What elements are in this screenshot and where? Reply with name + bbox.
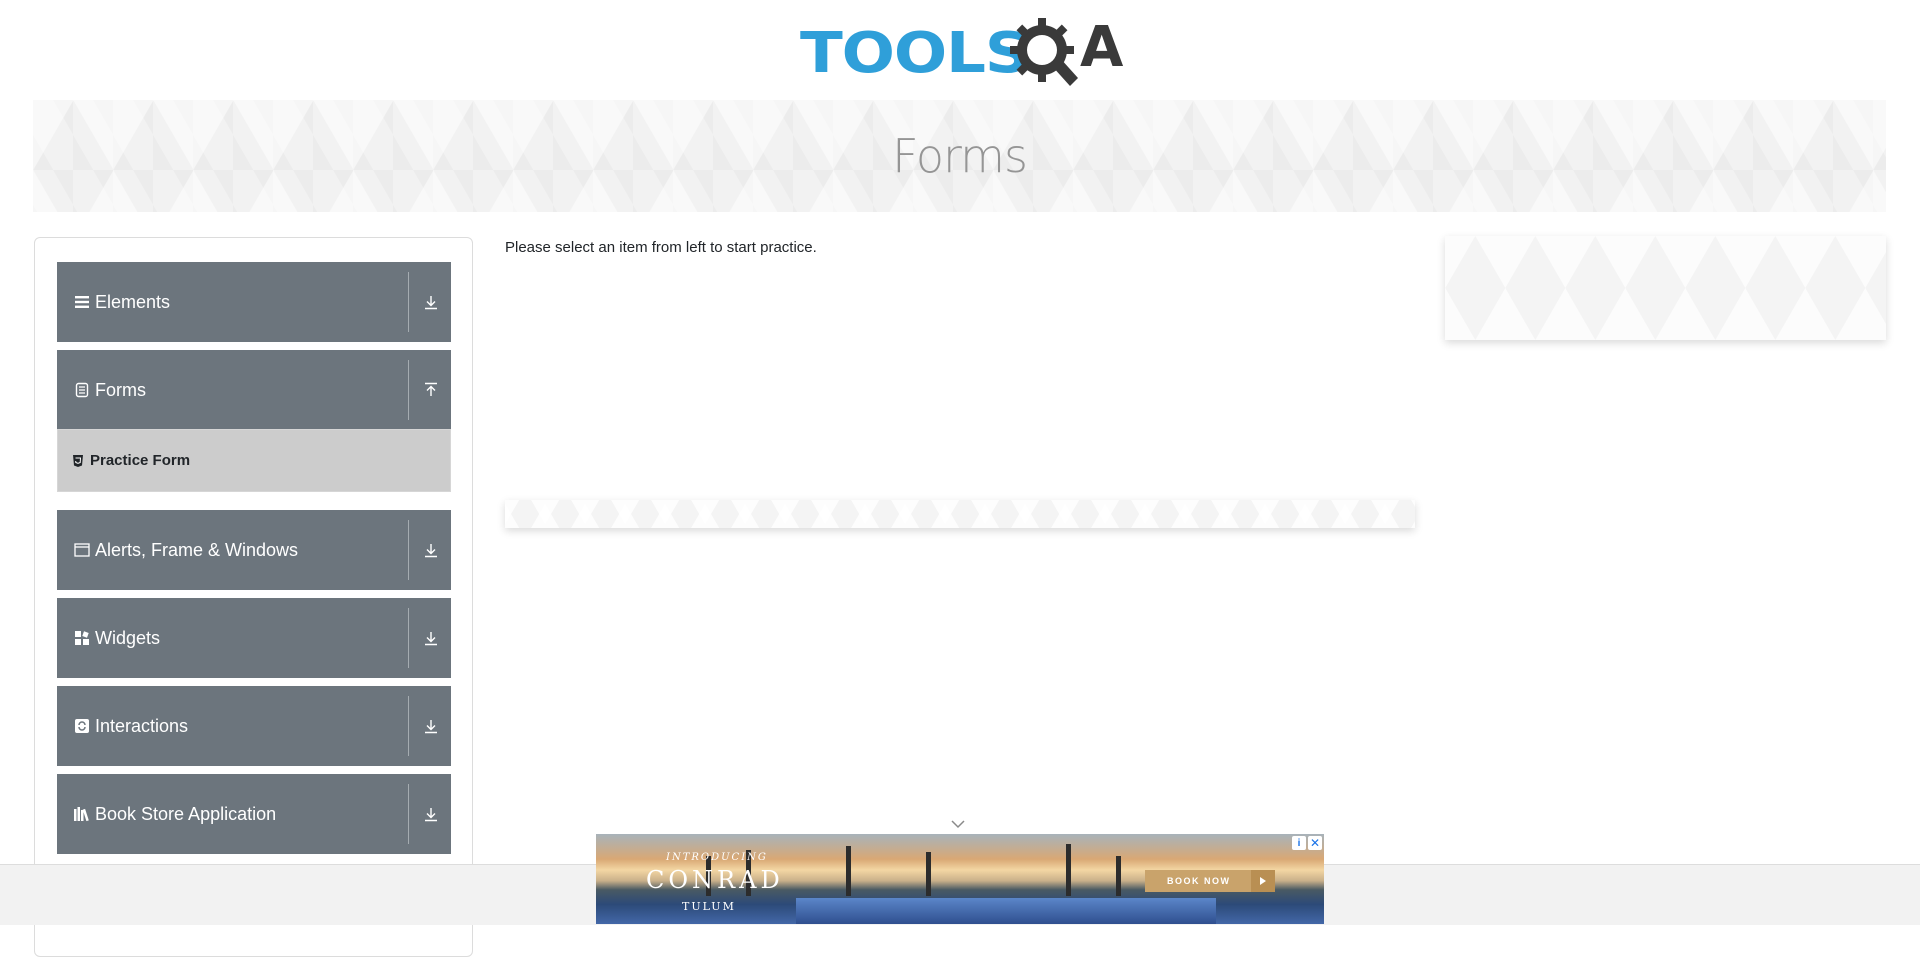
divider [408, 608, 409, 668]
sidebar-group-alerts-frame-windows[interactable]: Alerts, Frame & Windows [57, 510, 451, 590]
site-logo[interactable]: TOOLS A [800, 14, 1126, 94]
sidebar-group-book-store-application[interactable]: Book Store Application [57, 774, 451, 854]
ad-placeholder-right [1445, 236, 1886, 340]
book-icon [73, 805, 91, 823]
divider [408, 784, 409, 844]
ad-info-icon[interactable]: i [1292, 836, 1306, 850]
divider [408, 696, 409, 756]
expand-arrow-icon[interactable] [419, 538, 443, 562]
sidebar-group-label: Elements [95, 291, 171, 312]
sidebar-group-label: Forms [95, 379, 146, 400]
ad-pool-shape [796, 898, 1216, 924]
expand-arrow-icon[interactable] [419, 802, 443, 826]
ad-brand-text: CONRAD [646, 866, 784, 894]
ad-placeholder-middle [505, 500, 1415, 528]
gear-magnifier-icon [1010, 18, 1078, 86]
ad-intro-text: INTRODUCING [666, 852, 768, 863]
divider [408, 360, 409, 420]
list-icon [73, 293, 91, 311]
ad-palm-shape [1066, 844, 1071, 896]
ad-location-text: TULUM [682, 900, 736, 913]
sidebar-group-forms[interactable]: Forms [57, 350, 451, 430]
expand-arrow-icon[interactable] [419, 714, 443, 738]
ad-palm-shape [1116, 856, 1121, 896]
expand-arrow-icon[interactable] [419, 290, 443, 314]
sidebar-group-label: Interactions [95, 715, 189, 736]
ad-book-now-button[interactable]: BOOK NOW [1145, 870, 1251, 892]
divider [408, 520, 409, 580]
sidebar-group-label: Alerts, Frame & Windows [95, 539, 299, 560]
instruction-text: Please select an item from left to start… [505, 239, 817, 256]
sidebar-group-interactions[interactable]: Interactions [57, 686, 451, 766]
collapse-arrow-icon[interactable] [419, 378, 443, 402]
divider [408, 272, 409, 332]
ad-palm-shape [846, 846, 851, 896]
html5-icon [72, 454, 84, 468]
bottom-banner-ad[interactable]: INTRODUCING CONRAD TULUM BOOK NOW i ✕ [596, 834, 1324, 924]
form-icon [73, 381, 91, 399]
logo-a-text: A [1080, 15, 1124, 80]
page-title: Forms [892, 129, 1028, 183]
expand-arrow-icon[interactable] [419, 626, 443, 650]
logo-tools-text: TOOLS [800, 21, 1030, 86]
widgets-icon [73, 629, 91, 647]
window-icon [73, 541, 91, 559]
interactions-icon [73, 717, 91, 735]
page-banner: Forms [33, 100, 1886, 212]
left-sidebar: Elements Forms Practice Form Alerts, Fra… [34, 237, 473, 957]
chevron-down-icon[interactable] [950, 818, 966, 830]
play-arrow-icon[interactable] [1251, 870, 1275, 892]
ad-palm-shape [926, 852, 931, 896]
sidebar-group-label: Book Store Application [95, 803, 277, 824]
sidebar-group-widgets[interactable]: Widgets [57, 598, 451, 678]
sidebar-group-label: Widgets [95, 627, 161, 648]
ad-close-icon[interactable]: ✕ [1308, 836, 1322, 850]
sidebar-item-label: Practice Form [90, 452, 191, 469]
sidebar-item-practice-form[interactable]: Practice Form [57, 429, 451, 492]
sidebar-group-elements[interactable]: Elements [57, 262, 451, 342]
